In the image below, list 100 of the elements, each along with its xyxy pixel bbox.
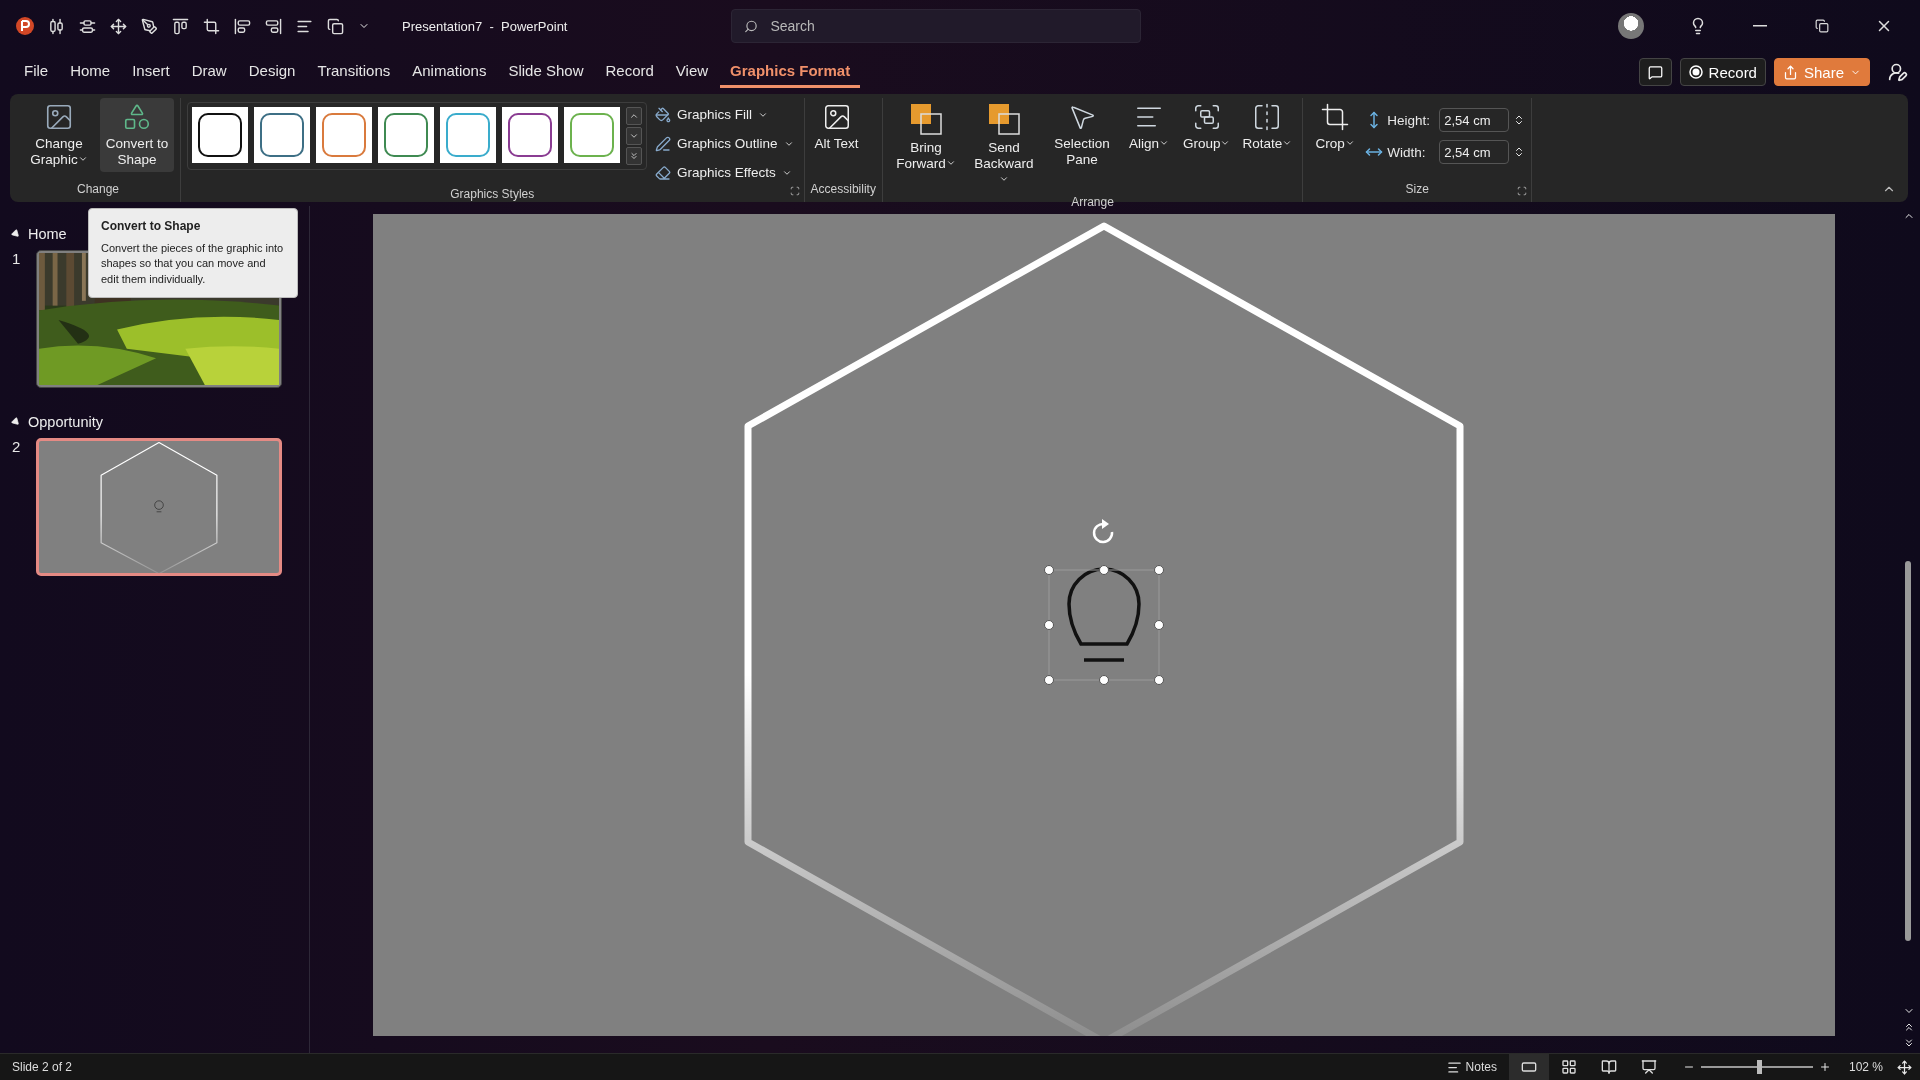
shapes-icon [122, 102, 152, 132]
slide-number: 2 [12, 438, 22, 457]
caret-icon [1282, 138, 1293, 148]
ribbon-tab[interactable]: View [665, 56, 719, 88]
eraser-icon [655, 164, 671, 181]
pen-icon[interactable] [141, 17, 158, 35]
ribbon-button[interactable]: Rotate [1238, 98, 1297, 157]
group-label: Arrange [1071, 193, 1114, 211]
layers-icon [908, 102, 943, 136]
selection-frame[interactable] [1044, 565, 1164, 685]
distribute-icon[interactable] [79, 17, 96, 35]
ribbon-button[interactable]: Bring Forward [888, 98, 963, 177]
align-icon[interactable] [234, 17, 251, 35]
style-swatch[interactable] [316, 107, 372, 163]
ribbon-tab[interactable]: Graphics Format [720, 56, 861, 88]
style-swatch[interactable] [254, 107, 310, 163]
lightbulb-icon [154, 500, 164, 513]
style-swatch[interactable] [564, 107, 620, 163]
ribbon-tab[interactable]: Insert [122, 56, 180, 88]
ribbon-button[interactable]: Group [1178, 98, 1235, 157]
align-icon[interactable] [172, 17, 189, 35]
group-label: Size [1405, 181, 1429, 198]
expand-icon [629, 151, 639, 161]
ribbon-tab[interactable]: Animations [402, 56, 497, 88]
height-field[interactable]: 2,54 cm [1439, 108, 1510, 132]
dialog-launcher-icon[interactable] [1517, 186, 1528, 196]
style-swatch[interactable] [378, 107, 434, 163]
chevron-down-icon [629, 131, 639, 141]
tooltip-title: Convert to Shape [101, 219, 202, 233]
ribbon-button[interactable]: Send Backward [966, 98, 1041, 193]
slide-icon [1520, 1059, 1537, 1075]
style-swatch[interactable] [502, 107, 558, 163]
ribbon-tab[interactable]: Record [595, 56, 664, 88]
crop-icon[interactable] [203, 17, 220, 35]
ribbon-command[interactable]: Graphics Outline [651, 131, 798, 156]
section-header[interactable]: Home [12, 226, 67, 242]
width-field[interactable]: 2,54 cm [1439, 140, 1510, 164]
section-header[interactable]: Opportunity [12, 414, 103, 430]
fit-to-window-icon[interactable] [1897, 1059, 1912, 1075]
distribute-icon[interactable] [48, 17, 65, 35]
copy-icon[interactable] [327, 17, 344, 35]
notes-button[interactable]: Notes [1434, 1054, 1509, 1080]
comments-button[interactable] [1638, 58, 1672, 86]
ribbon-tab[interactable]: Slide Show [498, 56, 594, 88]
group-label: Accessibility [810, 181, 876, 198]
search-input[interactable]: Search [768, 17, 1129, 35]
window-title: Presentation7 - PowerPoint [402, 18, 568, 34]
record-button[interactable]: Record [1679, 58, 1766, 86]
view-button[interactable] [1508, 1054, 1549, 1080]
crop-button[interactable]: Crop [1309, 98, 1362, 157]
group-label: Change [76, 181, 119, 198]
ribbon-tab[interactable]: File [14, 56, 59, 88]
avatar-icon[interactable] [1618, 13, 1644, 39]
caret-icon [1344, 138, 1355, 148]
crop-icon [1320, 102, 1351, 132]
pen-icon [655, 135, 671, 152]
tooltip-text: Convert the pieces of the graphic into shapes so that you can move and edit them individually. [101, 241, 285, 287]
align-icon[interactable] [265, 17, 282, 35]
ribbon-tab[interactable]: Transitions [307, 56, 401, 88]
ribbon-command[interactable]: Graphics Fill [651, 102, 798, 127]
slide-thumbnail[interactable] [36, 438, 282, 576]
rotate-handle[interactable] [1092, 519, 1114, 544]
alt-text-button[interactable]: Alt Text [810, 98, 863, 157]
comment-icon [1647, 64, 1663, 80]
image-icon [44, 102, 74, 132]
zoom-in-icon[interactable] [1818, 1061, 1831, 1073]
lightbulb-icon [1067, 567, 1141, 662]
share-icon [1782, 64, 1798, 80]
caret-icon [1220, 138, 1231, 148]
group-label: Graphics Styles [450, 186, 535, 203]
ribbon-tab[interactable]: Design [238, 56, 306, 88]
ribbon-tab[interactable]: Draw [181, 56, 237, 88]
layers-icon [986, 102, 1021, 136]
dialog-launcher-icon[interactable] [789, 186, 800, 196]
ribbon-tab[interactable]: Home [60, 56, 121, 88]
ribbon-button[interactable]: Align [1122, 98, 1175, 157]
more-button[interactable] [626, 147, 642, 165]
previous-slide-icon[interactable] [1903, 1021, 1915, 1033]
move-icon[interactable] [110, 17, 127, 35]
presentation-icon [1640, 1059, 1657, 1075]
next-slide-icon[interactable] [1903, 1037, 1915, 1049]
scrollbar-thumb[interactable] [1905, 561, 1911, 941]
book-icon [1600, 1059, 1617, 1075]
ribbon-button[interactable]: Convert to Shape [100, 98, 174, 173]
zoom-level: 102 % [1848, 1060, 1883, 1074]
chevron-up-icon [629, 111, 639, 121]
style-swatch[interactable] [192, 107, 248, 163]
person-pen-icon[interactable] [1888, 62, 1908, 82]
restore-icon [1815, 19, 1829, 33]
record-icon [1688, 65, 1703, 79]
search-field[interactable]: Search [731, 9, 1142, 43]
grid-icon [1560, 1059, 1577, 1075]
ribbon-button[interactable]: Change Graphic [22, 98, 96, 173]
slide-number: 1 [12, 250, 22, 269]
minimize-icon [1753, 25, 1767, 27]
ribbon-button[interactable]: Selection Pane [1044, 98, 1119, 173]
notes-icon [1446, 1059, 1462, 1075]
style-swatch[interactable] [440, 107, 496, 163]
ribbon-command[interactable]: Graphics Effects [651, 160, 798, 185]
width-label: Width: [1387, 144, 1427, 160]
